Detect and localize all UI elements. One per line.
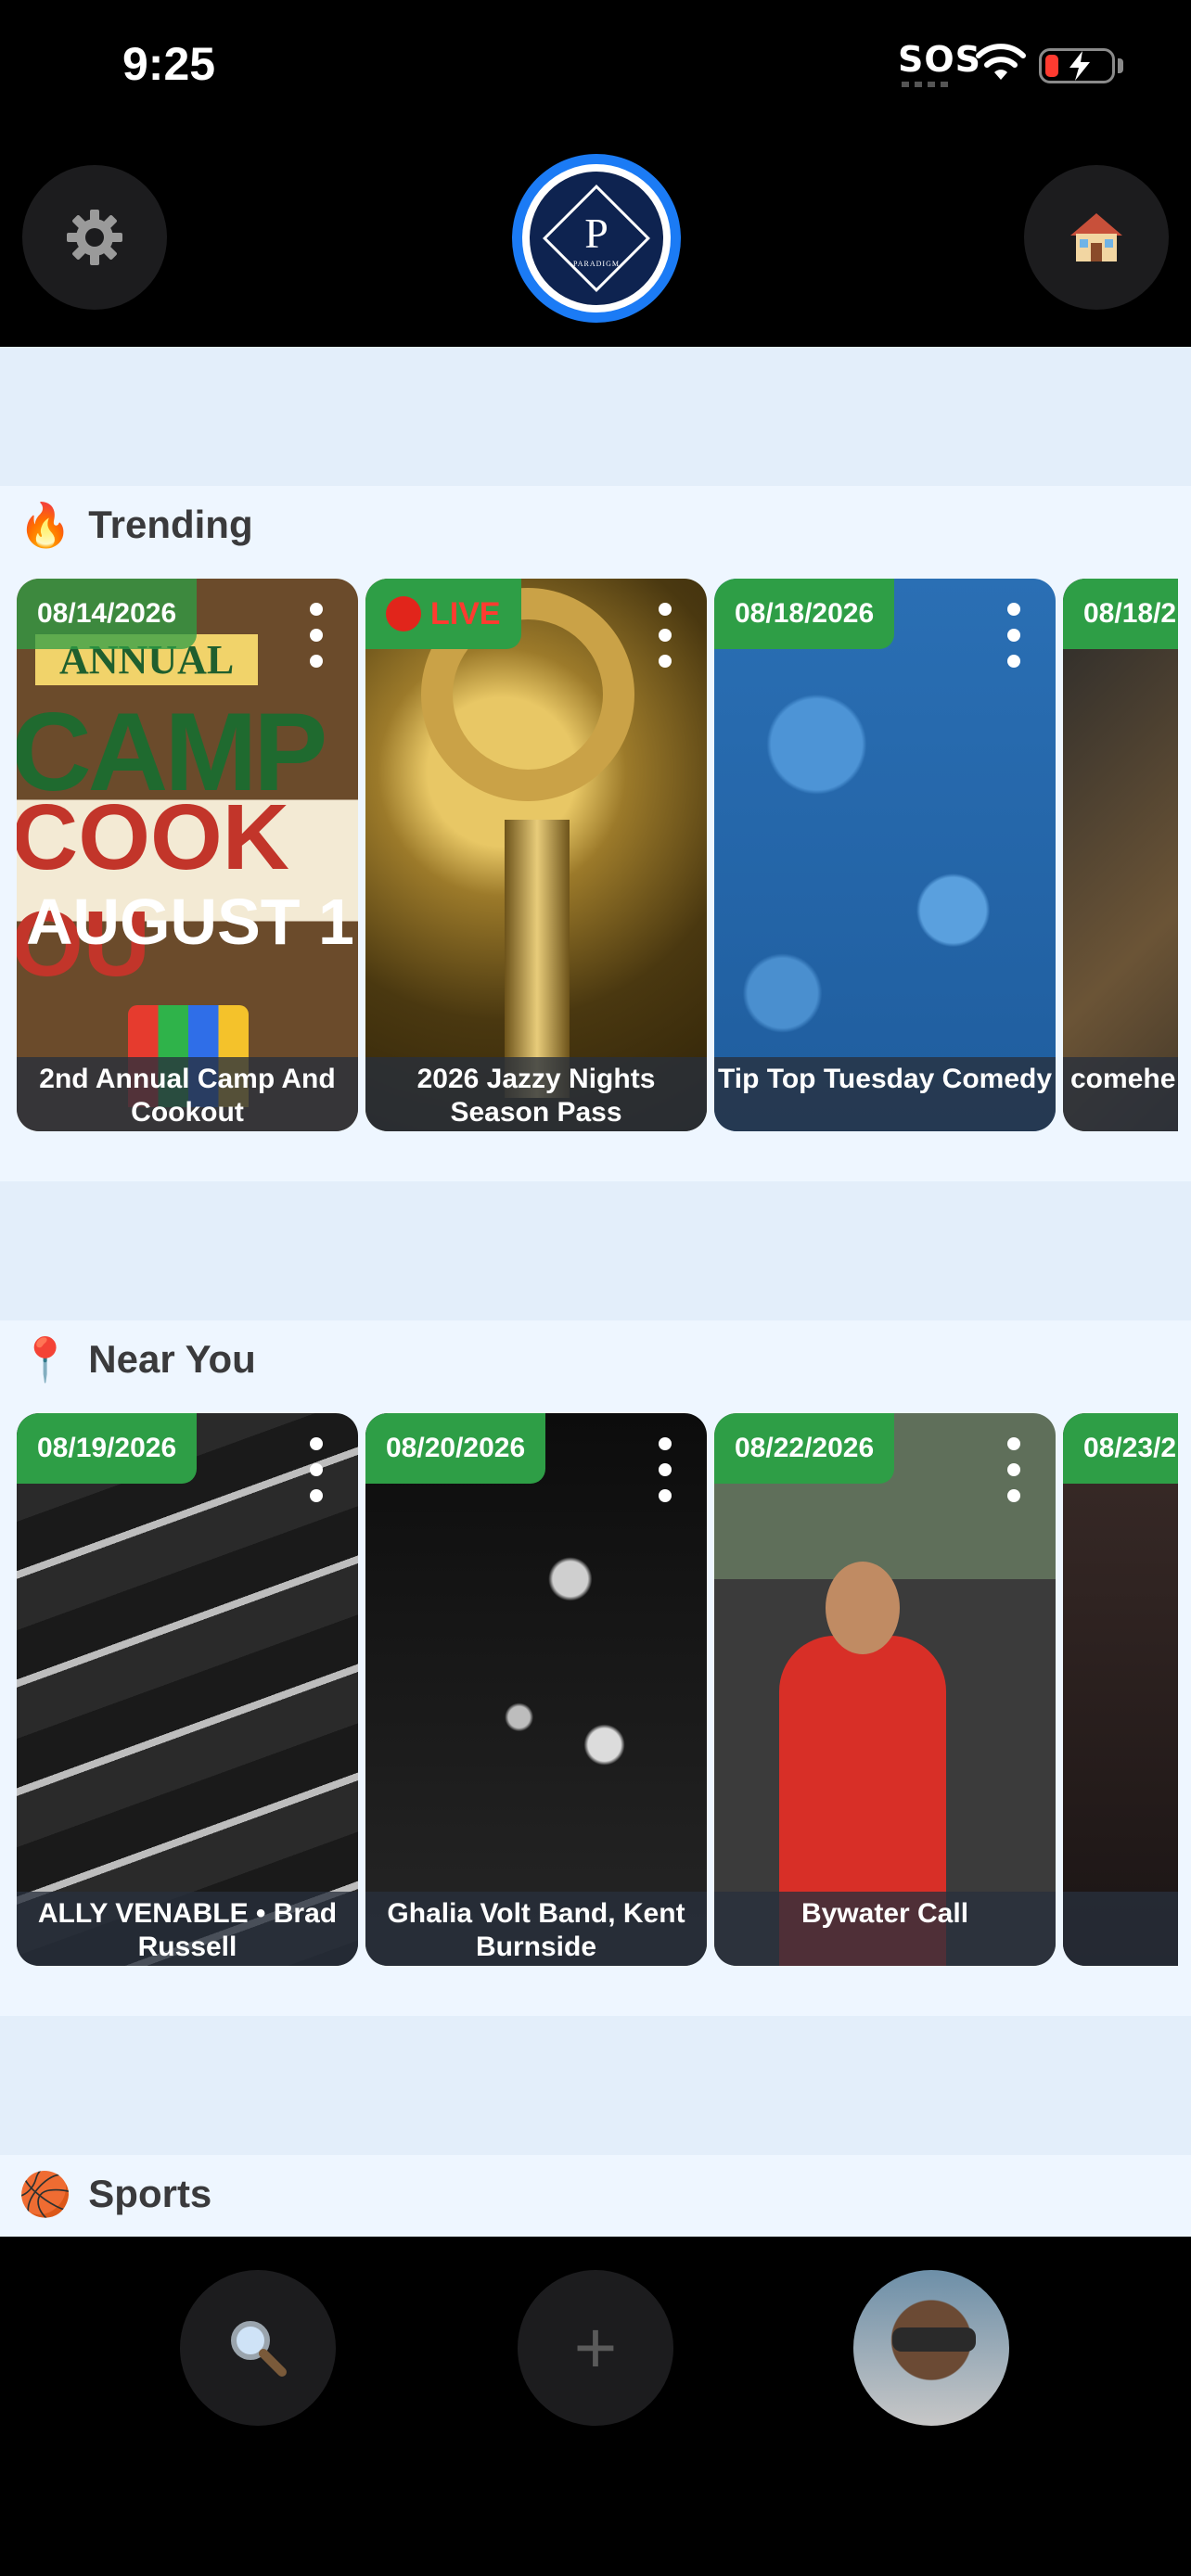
sports-section: 🏀 Sports: [0, 2155, 1191, 2238]
event-title: O: [1063, 1892, 1178, 1966]
trending-carousel[interactable]: ANNUAL CAMP COOK OU AUGUST 1 08/14/2026 …: [17, 579, 1178, 1131]
date-badge: 08/18/2: [1063, 579, 1178, 649]
event-title: Bywater Call: [714, 1892, 1056, 1966]
date-badge: 08/19/2026: [17, 1413, 198, 1484]
gear-icon: [67, 210, 122, 265]
date-badge: 08/23/2: [1063, 1413, 1178, 1484]
battery-icon: [1039, 48, 1115, 83]
more-options-icon[interactable]: [659, 603, 672, 668]
event-title: Tip Top Tuesday Comedy: [714, 1057, 1056, 1131]
bottom-bar: +: [0, 2237, 1191, 2576]
date-badge: 08/22/2026: [714, 1413, 895, 1484]
event-title: ALLY VENABLE • Brad Russell: [17, 1892, 358, 1966]
trending-section: 🔥 Trending ANNUAL CAMP COOK OU AUGUST 1 …: [0, 486, 1191, 1181]
near-you-carousel[interactable]: 08/19/2026 ALLY VENABLE • Brad Russell 0…: [17, 1413, 1178, 1966]
near-you-section: 📍 Near You 08/19/2026 ALLY VENABLE • Bra…: [0, 1320, 1191, 2016]
fire-icon: 🔥: [19, 501, 72, 549]
signal-dots-icon: [902, 82, 954, 87]
more-options-icon[interactable]: [310, 1437, 323, 1502]
live-badge: LIVE: [365, 579, 521, 649]
event-title: 2026 Jazzy Nights Season Pass: [365, 1057, 707, 1131]
add-event-button[interactable]: +: [518, 2270, 673, 2426]
event-card[interactable]: LIVE 2026 Jazzy Nights Season Pass: [365, 579, 707, 1131]
date-badge: 08/14/2026: [17, 579, 198, 649]
section-title: Sports: [88, 2172, 212, 2215]
event-card[interactable]: 08/23/2 O: [1063, 1413, 1178, 1966]
live-dot-icon: [386, 596, 421, 631]
basketball-icon: 🏀: [19, 2170, 72, 2218]
more-options-icon[interactable]: [1007, 603, 1020, 668]
date-badge: 08/18/2026: [714, 579, 895, 649]
event-card[interactable]: 08/20/2026 Ghalia Volt Band, Kent Burnsi…: [365, 1413, 707, 1966]
status-carrier: SOS: [898, 39, 982, 80]
date-badge: 08/20/2026: [365, 1413, 546, 1484]
event-title: comehe: [1063, 1057, 1178, 1131]
section-title: Trending: [88, 503, 253, 546]
top-bar: 9:25 SOS P PARADIGM: [0, 0, 1191, 347]
profile-avatar[interactable]: [853, 2270, 1009, 2426]
brand-logo: P PARADIGM: [530, 172, 663, 305]
more-options-icon[interactable]: [659, 1437, 672, 1502]
event-card[interactable]: 08/18/2 comehe: [1063, 579, 1178, 1131]
avatar-photo: [892, 2327, 976, 2352]
search-button[interactable]: [180, 2270, 336, 2426]
magnifier-icon: [231, 2321, 287, 2377]
event-title: 2nd Annual Camp And Cookout: [17, 1057, 358, 1131]
home-button[interactable]: [1024, 165, 1169, 310]
section-title: Near You: [88, 1337, 256, 1381]
brand-logo-button[interactable]: P PARADIGM: [512, 154, 681, 323]
more-options-icon[interactable]: [1007, 1437, 1020, 1502]
more-options-icon[interactable]: [310, 603, 323, 668]
event-card[interactable]: ANNUAL CAMP COOK OU AUGUST 1 08/14/2026 …: [17, 579, 358, 1131]
pin-icon: 📍: [19, 1335, 72, 1384]
event-card[interactable]: 08/18/2026 Tip Top Tuesday Comedy: [714, 579, 1056, 1131]
event-card[interactable]: 08/22/2026 Bywater Call: [714, 1413, 1056, 1966]
status-time: 9:25: [122, 38, 216, 90]
battery-cap: [1118, 58, 1123, 73]
plus-icon: +: [573, 2306, 618, 2389]
wifi-icon: [976, 44, 1026, 80]
house-icon: [1070, 213, 1122, 261]
event-title: Ghalia Volt Band, Kent Burnside: [365, 1892, 707, 1966]
settings-button[interactable]: [22, 165, 167, 310]
event-card[interactable]: 08/19/2026 ALLY VENABLE • Brad Russell: [17, 1413, 358, 1966]
